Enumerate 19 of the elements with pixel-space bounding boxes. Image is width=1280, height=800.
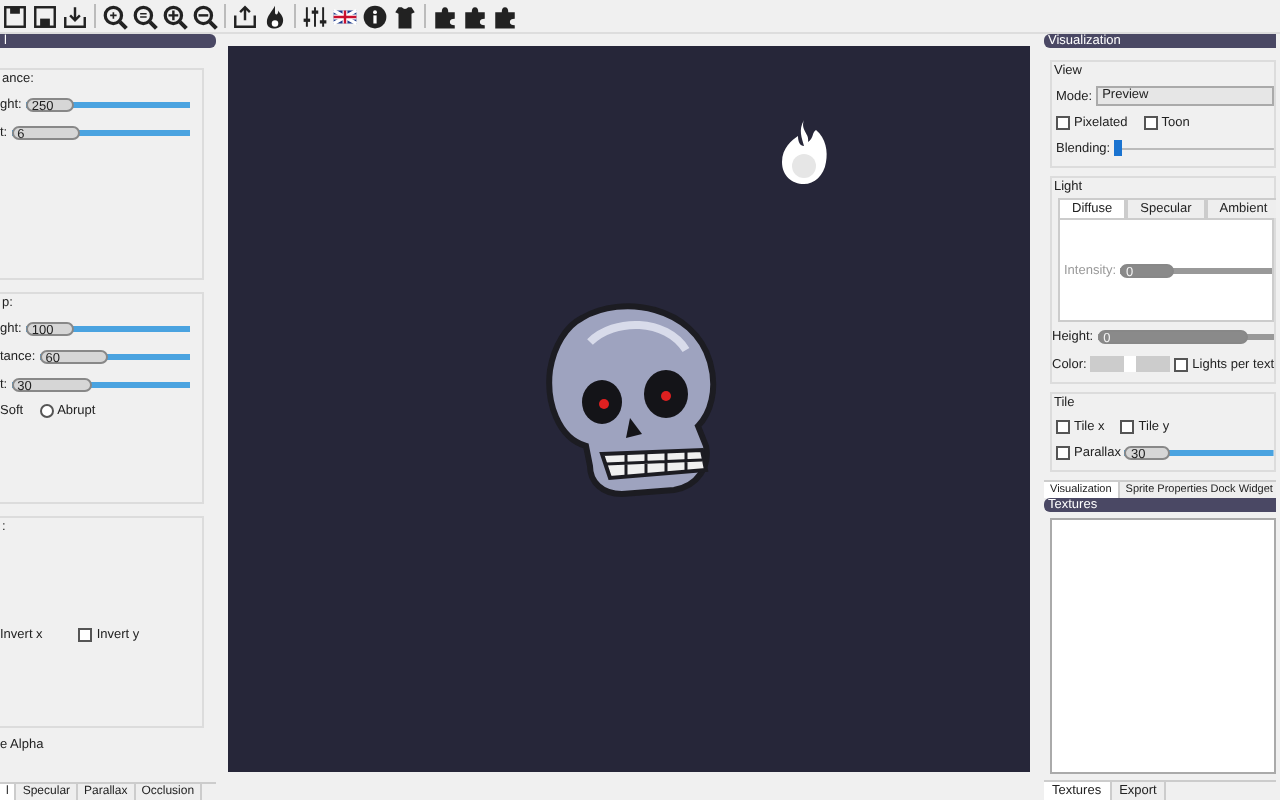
puzzle-icon[interactable] <box>432 3 458 29</box>
color-button[interactable] <box>1090 356 1171 372</box>
download-icon[interactable] <box>62 3 88 29</box>
save-as-icon[interactable] <box>32 3 58 29</box>
info-icon[interactable] <box>362 3 388 29</box>
upload-icon[interactable] <box>232 3 258 29</box>
flag-icon[interactable] <box>332 3 358 29</box>
puzzle-icon[interactable] <box>462 3 488 29</box>
flame-icon[interactable] <box>262 3 288 29</box>
puzzle-icon[interactable] <box>492 3 518 29</box>
flame-icon <box>778 118 830 186</box>
zoom-reset-icon[interactable] <box>132 3 158 29</box>
shirt-icon[interactable] <box>392 3 418 29</box>
zoom-out-icon[interactable] <box>192 3 218 29</box>
sliders-icon[interactable] <box>302 3 328 29</box>
save-icon[interactable] <box>2 3 28 29</box>
zoom-in-icon[interactable] <box>162 3 188 29</box>
zoom-in-icon[interactable] <box>102 3 128 29</box>
slider[interactable] <box>1114 140 1274 156</box>
